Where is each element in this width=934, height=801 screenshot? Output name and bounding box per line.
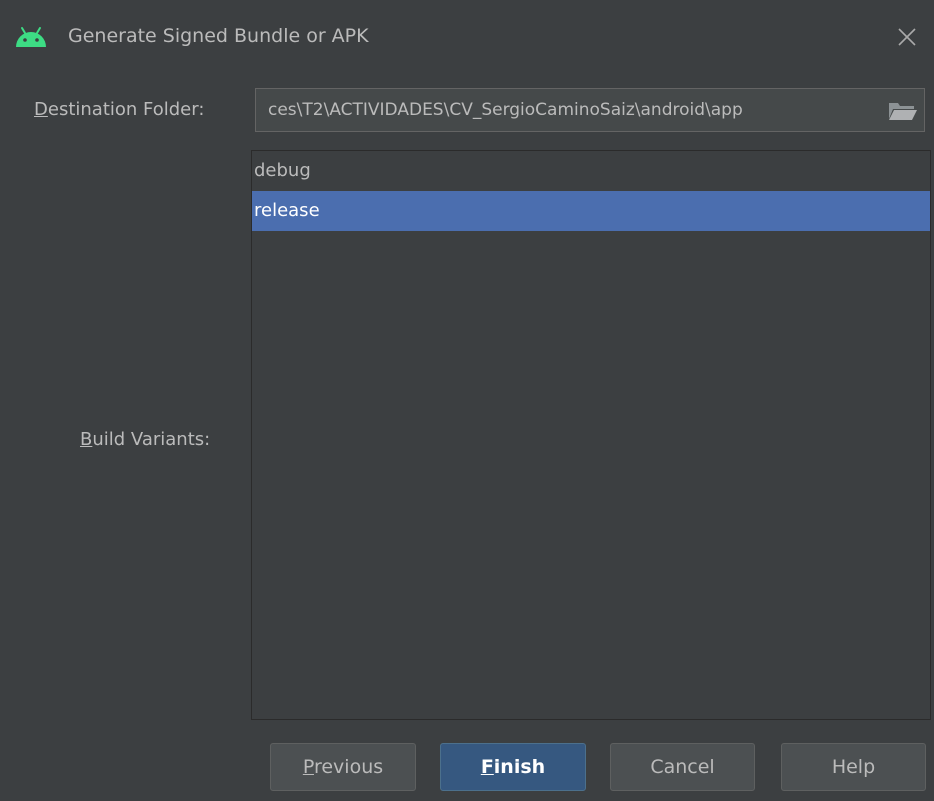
destination-label-mnemonic: D [34, 99, 48, 120]
build-variant-debug[interactable]: debug [252, 151, 930, 191]
window-title: Generate Signed Bundle or APK [68, 25, 369, 47]
variants-label-text: uild Variants: [92, 429, 211, 450]
finish-mnemonic: F [480, 756, 494, 778]
destination-folder-label: Destination Folder: [34, 97, 204, 123]
build-variant-release[interactable]: release [252, 191, 930, 231]
variants-label-mnemonic: B [80, 429, 93, 450]
build-variants-label: Build Variants: [80, 427, 210, 453]
close-icon[interactable] [894, 24, 920, 50]
android-icon [14, 26, 48, 48]
title-bar[interactable]: Generate Signed Bundle or APK [0, 0, 934, 76]
previous-button[interactable]: Previous [270, 743, 416, 791]
previous-label: revious [313, 756, 384, 778]
cancel-button[interactable]: Cancel [610, 743, 755, 791]
previous-mnemonic: P [302, 756, 314, 778]
destination-folder-input[interactable] [256, 89, 884, 131]
finish-label: inish [493, 756, 546, 778]
help-button[interactable]: Help [781, 743, 926, 791]
build-variants-list[interactable]: debug release [251, 150, 931, 720]
finish-button[interactable]: Finish [440, 743, 586, 791]
destination-label-text: estination Folder: [47, 99, 205, 120]
folder-open-icon[interactable] [884, 89, 924, 131]
generate-signed-bundle-dialog: Generate Signed Bundle or APK Destinatio… [0, 0, 934, 801]
destination-folder-field [255, 88, 925, 132]
